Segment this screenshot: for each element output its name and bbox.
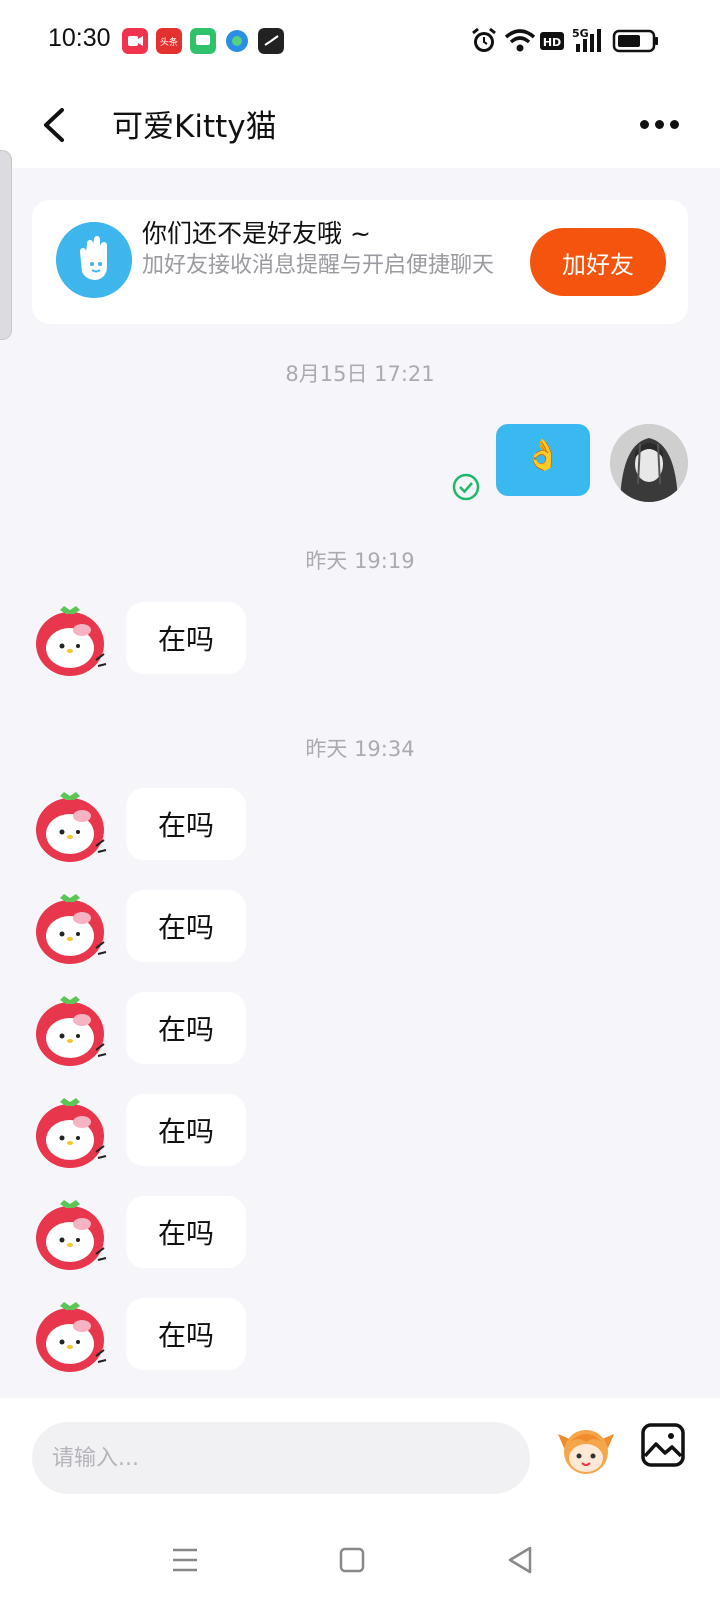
side-edge-handle[interactable] bbox=[0, 150, 12, 340]
clock-app-icon bbox=[258, 28, 284, 54]
timestamp-1: 8月15日 17:21 bbox=[285, 362, 435, 386]
menu-icon[interactable] bbox=[163, 1538, 207, 1582]
banner-title: 你们还不是好友哦 ~ bbox=[142, 219, 371, 248]
incoming-message-bubble[interactable]: 在吗 bbox=[126, 890, 246, 962]
kitty-avatar-icon[interactable] bbox=[34, 604, 108, 678]
back-triangle-icon[interactable] bbox=[498, 1538, 542, 1582]
hd-icon: HD bbox=[540, 32, 564, 50]
banner-description: 加好友接收消息提醒与开启便捷聊天 bbox=[142, 253, 495, 278]
browser-app-icon bbox=[226, 30, 248, 52]
incoming-message-bubble[interactable]: 在吗 bbox=[126, 1094, 246, 1166]
video-app-icon bbox=[122, 28, 148, 54]
emoji-sticker-icon[interactable] bbox=[556, 1420, 616, 1480]
hand-wave-icon bbox=[56, 222, 132, 298]
my-avatar[interactable] bbox=[610, 424, 688, 502]
incoming-message-bubble[interactable]: 在吗 bbox=[126, 992, 246, 1064]
add-friend-banner: 你们还不是好友哦 ~ 加好友接收消息提醒与开启便捷聊天 加好友 bbox=[32, 200, 688, 324]
kitty-avatar-icon[interactable] bbox=[34, 1096, 108, 1170]
svg-text:HD: HD bbox=[543, 36, 561, 49]
back-arrow-icon[interactable] bbox=[34, 100, 74, 150]
battery-icon bbox=[612, 29, 658, 53]
kitty-avatar-icon[interactable] bbox=[34, 1300, 108, 1374]
alarm-icon bbox=[472, 27, 496, 52]
image-gallery-icon[interactable] bbox=[640, 1422, 686, 1468]
messages-app-icon bbox=[190, 28, 216, 54]
incoming-message-bubble[interactable]: 在吗 bbox=[126, 1196, 246, 1268]
incoming-message-bubble[interactable]: 在吗 bbox=[126, 602, 246, 674]
add-friend-button[interactable]: 加好友 bbox=[530, 228, 666, 296]
svg-text:头条: 头条 bbox=[160, 36, 178, 48]
home-square-icon[interactable] bbox=[330, 1538, 374, 1582]
message-input-bar bbox=[0, 1398, 720, 1508]
ok-hand-emoji: 👌 bbox=[524, 438, 562, 473]
incoming-message-bubble[interactable]: 在吗 bbox=[126, 1298, 246, 1370]
status-time: 10:30 bbox=[48, 24, 111, 52]
toutiao-app-icon: 头条 bbox=[156, 28, 182, 54]
kitty-avatar-icon[interactable] bbox=[34, 1198, 108, 1272]
kitty-avatar-icon[interactable] bbox=[34, 994, 108, 1068]
outgoing-message-bubble[interactable]: 👌 bbox=[496, 424, 590, 496]
wifi-icon bbox=[504, 29, 536, 52]
timestamp-2: 昨天 19:19 bbox=[305, 549, 415, 573]
svg-text:5G: 5G bbox=[572, 27, 589, 40]
system-navigation-bar bbox=[0, 1508, 720, 1608]
more-options-icon[interactable] bbox=[640, 112, 690, 138]
message-input[interactable] bbox=[32, 1422, 530, 1494]
incoming-message-bubble[interactable]: 在吗 bbox=[126, 788, 246, 860]
sent-check-icon bbox=[452, 473, 480, 501]
chat-header: 可爱Kitty猫 bbox=[0, 84, 720, 168]
timestamp-3: 昨天 19:34 bbox=[305, 737, 415, 761]
status-bar: 10:30 头条 HD 5G bbox=[0, 0, 720, 84]
user-avatar-image bbox=[610, 424, 688, 502]
chat-title: 可爱Kitty猫 bbox=[112, 109, 277, 145]
signal-5g-icon: 5G bbox=[572, 27, 601, 52]
kitty-avatar-icon[interactable] bbox=[34, 892, 108, 966]
kitty-avatar-icon[interactable] bbox=[34, 790, 108, 864]
